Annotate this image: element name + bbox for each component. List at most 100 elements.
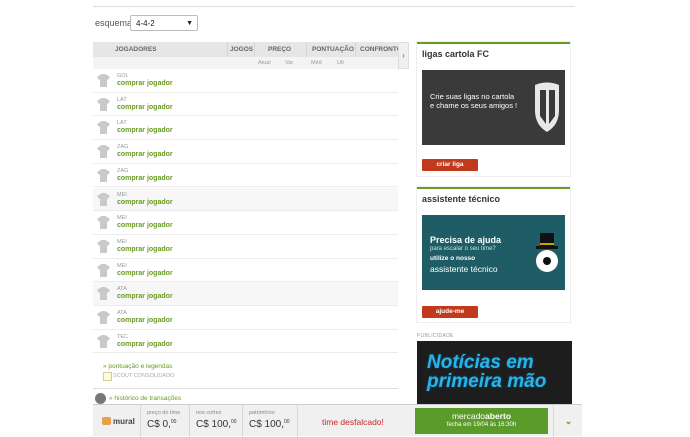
assistant-banner-line3: utilize o nosso bbox=[430, 255, 476, 262]
position-label: LAT bbox=[117, 120, 127, 127]
shirt-icon bbox=[97, 263, 110, 277]
market-status-button[interactable]: mercadoaberto fecha em 19/04 às 16:30h bbox=[415, 408, 548, 434]
buy-player-link[interactable]: comprar jogador bbox=[117, 317, 173, 324]
footer-bar: mural preço do time C$ 0,00 nos cofres C… bbox=[93, 404, 583, 437]
chevron-down-icon[interactable]: ⌄ bbox=[553, 405, 583, 437]
assistant-banner-line4: assistente técnico bbox=[430, 264, 498, 274]
subheader-current: Atual bbox=[258, 60, 271, 66]
coffers-value: C$ 100,00 bbox=[196, 419, 237, 430]
table-row: ATA comprar jogador bbox=[93, 306, 398, 330]
team-status: time desfalcado! bbox=[322, 417, 384, 427]
subheader-var: Var bbox=[285, 60, 294, 66]
shirt-icon bbox=[97, 334, 110, 348]
position-label: MEI bbox=[117, 215, 127, 222]
header-games: JOGOS bbox=[230, 46, 254, 53]
buy-player-link[interactable]: comprar jogador bbox=[117, 222, 173, 229]
top-divider bbox=[93, 6, 575, 7]
table-row: ZAG comprar jogador bbox=[93, 140, 398, 164]
assistant-banner-line2: para escalar o seu time? bbox=[430, 246, 496, 252]
table-row: ZAG comprar jogador bbox=[93, 164, 398, 188]
assistant-banner[interactable]: Precisa de ajuda para escalar o seu time… bbox=[422, 215, 565, 290]
table-row: LAT comprar jogador bbox=[93, 93, 398, 117]
position-label: MEI bbox=[117, 238, 127, 245]
table-scroll-right-button[interactable]: › bbox=[398, 42, 409, 69]
coffers-label: nos cofres bbox=[196, 410, 222, 416]
header-price: PREÇO bbox=[268, 46, 292, 53]
scout-swatch bbox=[103, 372, 112, 381]
scout-label: SCOUT CONSOLIDADO bbox=[113, 373, 175, 379]
history-divider bbox=[93, 388, 398, 389]
table-subheader: Atual Var Méd Ult bbox=[93, 57, 398, 69]
team-price-label: preço do time bbox=[147, 410, 181, 416]
assistant-banner-line1: Precisa de ajuda bbox=[430, 235, 502, 245]
ad-label: PUBLICIDADE bbox=[417, 333, 454, 339]
chat-icon bbox=[102, 417, 111, 425]
history-link[interactable]: » histórico de transações bbox=[109, 395, 181, 402]
shirt-icon bbox=[97, 239, 110, 253]
table-header: JOGADORES JOGOS PREÇO PONTUAÇÃO CONFRONT… bbox=[93, 42, 402, 57]
header-match: CONFRONTO bbox=[360, 46, 402, 53]
buy-player-link[interactable]: comprar jogador bbox=[117, 293, 173, 300]
position-label: GOL bbox=[117, 73, 129, 79]
table-row: MEI comprar jogador bbox=[93, 211, 398, 235]
ad-text-line1: Notícias em bbox=[427, 352, 534, 373]
shirt-icon bbox=[97, 121, 110, 135]
shirt-icon bbox=[97, 287, 110, 301]
shirt-icon bbox=[97, 145, 110, 159]
subheader-last: Ult bbox=[337, 60, 344, 66]
table-row: GOL comprar jogador bbox=[93, 69, 398, 93]
shield-icon bbox=[535, 82, 559, 132]
buy-player-link[interactable]: comprar jogador bbox=[117, 199, 173, 206]
table-row: ATA comprar jogador bbox=[93, 282, 398, 306]
position-label: MEI bbox=[117, 262, 127, 269]
ad-text-line2: primeira mão bbox=[427, 371, 547, 392]
buy-player-link[interactable]: comprar jogador bbox=[117, 246, 173, 253]
shirt-icon bbox=[97, 311, 110, 324]
buy-player-link[interactable]: comprar jogador bbox=[117, 127, 173, 134]
leagues-banner[interactable]: Crie suas ligas no cartola e chame os se… bbox=[422, 70, 565, 145]
buy-player-link[interactable]: comprar jogador bbox=[117, 104, 173, 111]
shirt-icon bbox=[97, 216, 110, 230]
schema-value: 4-4-2 bbox=[136, 19, 155, 28]
shirt-icon bbox=[97, 168, 110, 182]
table-row: MEI comprar jogador bbox=[93, 259, 398, 283]
coffers: nos cofres C$ 100,00 bbox=[190, 405, 243, 437]
schema-select[interactable]: 4-4-2 ▼ bbox=[130, 15, 198, 31]
points-legend-link[interactable]: » pontuação e legendas bbox=[103, 363, 172, 370]
patrimony: patrimônio C$ 100,00 bbox=[243, 405, 298, 437]
subheader-avg: Méd bbox=[311, 60, 322, 66]
header-players: JOGADORES bbox=[115, 46, 157, 53]
patrimony-label: patrimônio bbox=[249, 410, 275, 416]
leagues-title: ligas cartola FC bbox=[422, 49, 490, 59]
patrimony-value: C$ 100,00 bbox=[249, 419, 290, 430]
advertisement[interactable]: Notícias em primeira mão bbox=[417, 341, 572, 411]
assistant-panel: assistente técnico Precisa de ajuda para… bbox=[417, 187, 570, 322]
leagues-banner-text: Crie suas ligas no cartola e chame os se… bbox=[430, 92, 518, 110]
table-row: MEI comprar jogador bbox=[93, 187, 398, 212]
position-label: ZAG bbox=[117, 167, 129, 174]
shirt-icon bbox=[97, 97, 110, 111]
buy-player-link[interactable]: comprar jogador bbox=[117, 270, 173, 277]
team-price-value: C$ 0,00 bbox=[147, 419, 177, 430]
buy-player-link[interactable]: comprar jogador bbox=[117, 151, 173, 158]
position-label: TEC bbox=[117, 333, 128, 340]
leagues-panel: ligas cartola FC Crie suas ligas no cart… bbox=[417, 42, 570, 176]
ball-hat-icon bbox=[536, 233, 558, 272]
buy-player-link[interactable]: comprar jogador bbox=[117, 341, 173, 348]
mural-label: mural bbox=[113, 417, 135, 426]
position-label: ATA bbox=[117, 286, 127, 293]
position-label: MEI bbox=[117, 191, 127, 198]
market-word: mercado bbox=[451, 411, 486, 421]
position-label: ZAG bbox=[117, 144, 129, 151]
help-me-button[interactable]: ajude-me bbox=[422, 306, 478, 318]
market-close-time: fecha em 19/04 às 16:30h bbox=[446, 422, 517, 428]
table-row: MEI comprar jogador bbox=[93, 235, 398, 259]
shirt-icon bbox=[97, 192, 110, 206]
buy-player-link[interactable]: comprar jogador bbox=[117, 175, 173, 182]
team-table: JOGADORES JOGOS PREÇO PONTUAÇÃO CONFRONT… bbox=[93, 42, 402, 402]
shirt-icon bbox=[97, 74, 110, 87]
create-league-button[interactable]: criar liga bbox=[422, 159, 478, 171]
table-row: LAT comprar jogador bbox=[93, 116, 398, 141]
mural-button[interactable]: mural bbox=[93, 405, 141, 437]
buy-player-link[interactable]: comprar jogador bbox=[117, 80, 173, 87]
